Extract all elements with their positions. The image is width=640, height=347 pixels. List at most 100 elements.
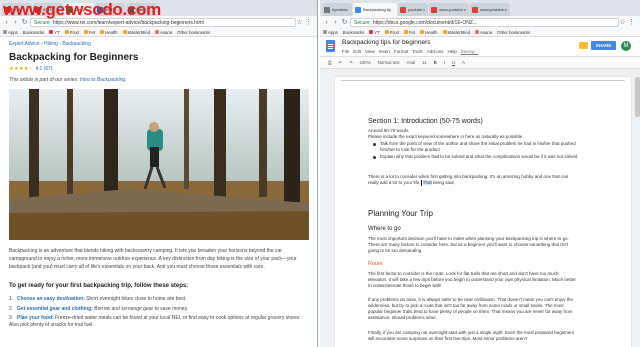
folder-icon [442,30,447,34]
font-select[interactable]: Arial [407,60,416,65]
bookmark-fet[interactable]: Fet [403,30,415,35]
right-address-field[interactable]: Secure https://docs.google.com/document/d… [350,17,619,27]
article-rating[interactable]: ★★★★☆ 4.1 (67) [9,66,53,72]
zoom-select[interactable]: 100% [360,60,371,65]
bookmark-asana[interactable]: Asana [474,30,492,35]
apps-icon [3,30,7,34]
bookmark-health[interactable]: Health [420,30,438,35]
right-omnibox-bar: ‹ › ↻ Secure https://docs.google.com/docu… [320,16,640,28]
share-button[interactable]: SHARE [591,41,616,50]
bookmark-mastermind[interactable]: MasterMind [122,30,150,35]
star-icon[interactable]: ☆ [296,19,303,26]
step-link[interactable]: Choose an easy destination: [17,296,85,302]
heading-route: Route [368,261,383,267]
bookmark-apps[interactable]: Apps [3,30,18,35]
menu-format[interactable]: Format [394,49,408,54]
menu-icon[interactable]: ⋮ [305,19,312,26]
folder-icon [122,30,127,34]
bullet-icon [373,156,376,159]
breadcrumb-expert-advice[interactable]: Expert Advice [9,41,40,47]
bookmark-apps[interactable]: Apps [323,30,338,35]
right-tab-2[interactable]: Backpacking tip [353,3,397,16]
tab-label: dynalicia [332,7,348,12]
bookmark-yt[interactable]: YT [369,30,380,35]
bookmark-prod[interactable]: Prod [384,30,399,35]
list-item: 3. Plan your food: Freeze-dried water mea… [9,315,301,328]
right-tab-4[interactable]: www.youtube.c [429,3,469,16]
right-tab-5[interactable]: www.youtube.c [470,3,510,16]
menu-insert[interactable]: Insert [379,49,390,54]
bookmark-fet[interactable]: Fet [83,30,95,35]
scrollbar[interactable] [635,77,640,117]
print-icon[interactable]: ⎙ [328,60,331,65]
doc-paragraph: There is a lot to consider when first ge… [368,174,569,186]
document-title[interactable]: Backpacking tips for beginners [342,39,431,46]
text-color-button[interactable]: A [462,60,465,65]
bookmark-yt[interactable]: YT [49,30,60,35]
breadcrumb-backpacking[interactable]: Backpacking [62,41,90,47]
menu-tools[interactable]: Tools [412,49,423,54]
hiker-photo [9,89,309,240]
bookmark-other[interactable]: Other bookmarks [497,30,530,35]
youtube-icon [431,6,437,13]
avatar[interactable]: M [621,41,631,51]
text-cursor [420,180,422,186]
series-link[interactable]: Intro to Backpacking. [80,77,127,83]
section-heading: Section 1: Introduction (50-75 words) [368,118,483,125]
menu-edit[interactable]: Edit [353,49,361,54]
comments-icon[interactable] [579,42,588,49]
bookmark-prod[interactable]: Prod [64,30,79,35]
menu-file[interactable]: File [342,49,349,54]
doc-paragraph: If any problems do arise, it is always s… [368,297,573,320]
right-tab-strip: dynalicia Backpacking tip youtube.c www.… [320,0,640,16]
undo-icon[interactable]: ↶ [338,60,342,66]
tab-label: Backpacking tip [363,7,392,12]
doc-paragraph: The most important decision you'll have … [368,236,569,253]
bookmark-bookmarks[interactable]: Bookmarks [343,30,365,35]
tab-favicon-icon [324,6,330,13]
italic-button[interactable]: I [444,60,445,65]
redo-icon[interactable]: ↷ [349,60,353,66]
right-tab-1[interactable]: dynalicia [322,3,352,16]
step-link[interactable]: Get essential gear and clothing: [17,306,93,312]
bookmark-asana[interactable]: Asana [154,30,172,35]
selected-text: That [422,180,432,186]
doc-paragraph: The first factor to consider is the rout… [368,271,576,288]
docs-icon [355,6,361,13]
font-size-select[interactable]: 11 [422,60,426,65]
right-tab-3[interactable]: youtube.c [398,3,428,16]
google-docs-icon[interactable] [326,40,335,52]
menu-icon[interactable]: ⋮ [628,19,635,26]
breadcrumb-hiking[interactable]: Hiking [44,41,58,47]
bookmark-mastermind[interactable]: MasterMind [442,30,470,35]
bookmark-other[interactable]: Other bookmarks [177,30,210,35]
secure-label: Secure [34,19,50,26]
underline-button[interactable]: U [452,60,455,65]
stars-icon: ★★★★☆ [9,66,34,72]
folder-icon [100,30,105,34]
star-icon[interactable]: ☆ [619,19,626,26]
reload-icon[interactable]: ↻ [341,19,348,26]
docs-toolbar: ⎙ ↶ ↷ 100% Normal text Arial 11 B I U A [320,57,640,69]
steps-heading: To get ready for your first backpacking … [9,283,189,289]
menu-add-ons[interactable]: Add-ons [427,49,444,54]
menu-help[interactable]: Help [448,49,457,54]
bold-button[interactable]: B [434,60,437,65]
asana-icon [154,30,159,34]
youtube-icon [400,6,406,13]
forward-icon[interactable]: › [332,19,339,26]
doc-bullet: Talk from the point of view of the autho… [380,141,576,152]
style-select[interactable]: Normal text [378,60,400,65]
youtube-icon [49,30,54,34]
bookmark-bookmarks[interactable]: Bookmarks [23,30,45,35]
article-title: Backpacking for Beginners [9,52,139,63]
back-icon[interactable]: ‹ [323,19,330,26]
doc-line: Please include the exact keyword somewhe… [368,134,523,139]
bookmark-health[interactable]: Health [100,30,118,35]
youtube-icon [369,30,374,34]
url-text: https://www.rei.com/learn/expert-advice/… [52,19,204,26]
folder-icon [83,30,88,34]
step-link[interactable]: Plan your food: [17,315,54,321]
rating-count: (67) [43,66,53,72]
menu-view[interactable]: View [365,49,375,54]
